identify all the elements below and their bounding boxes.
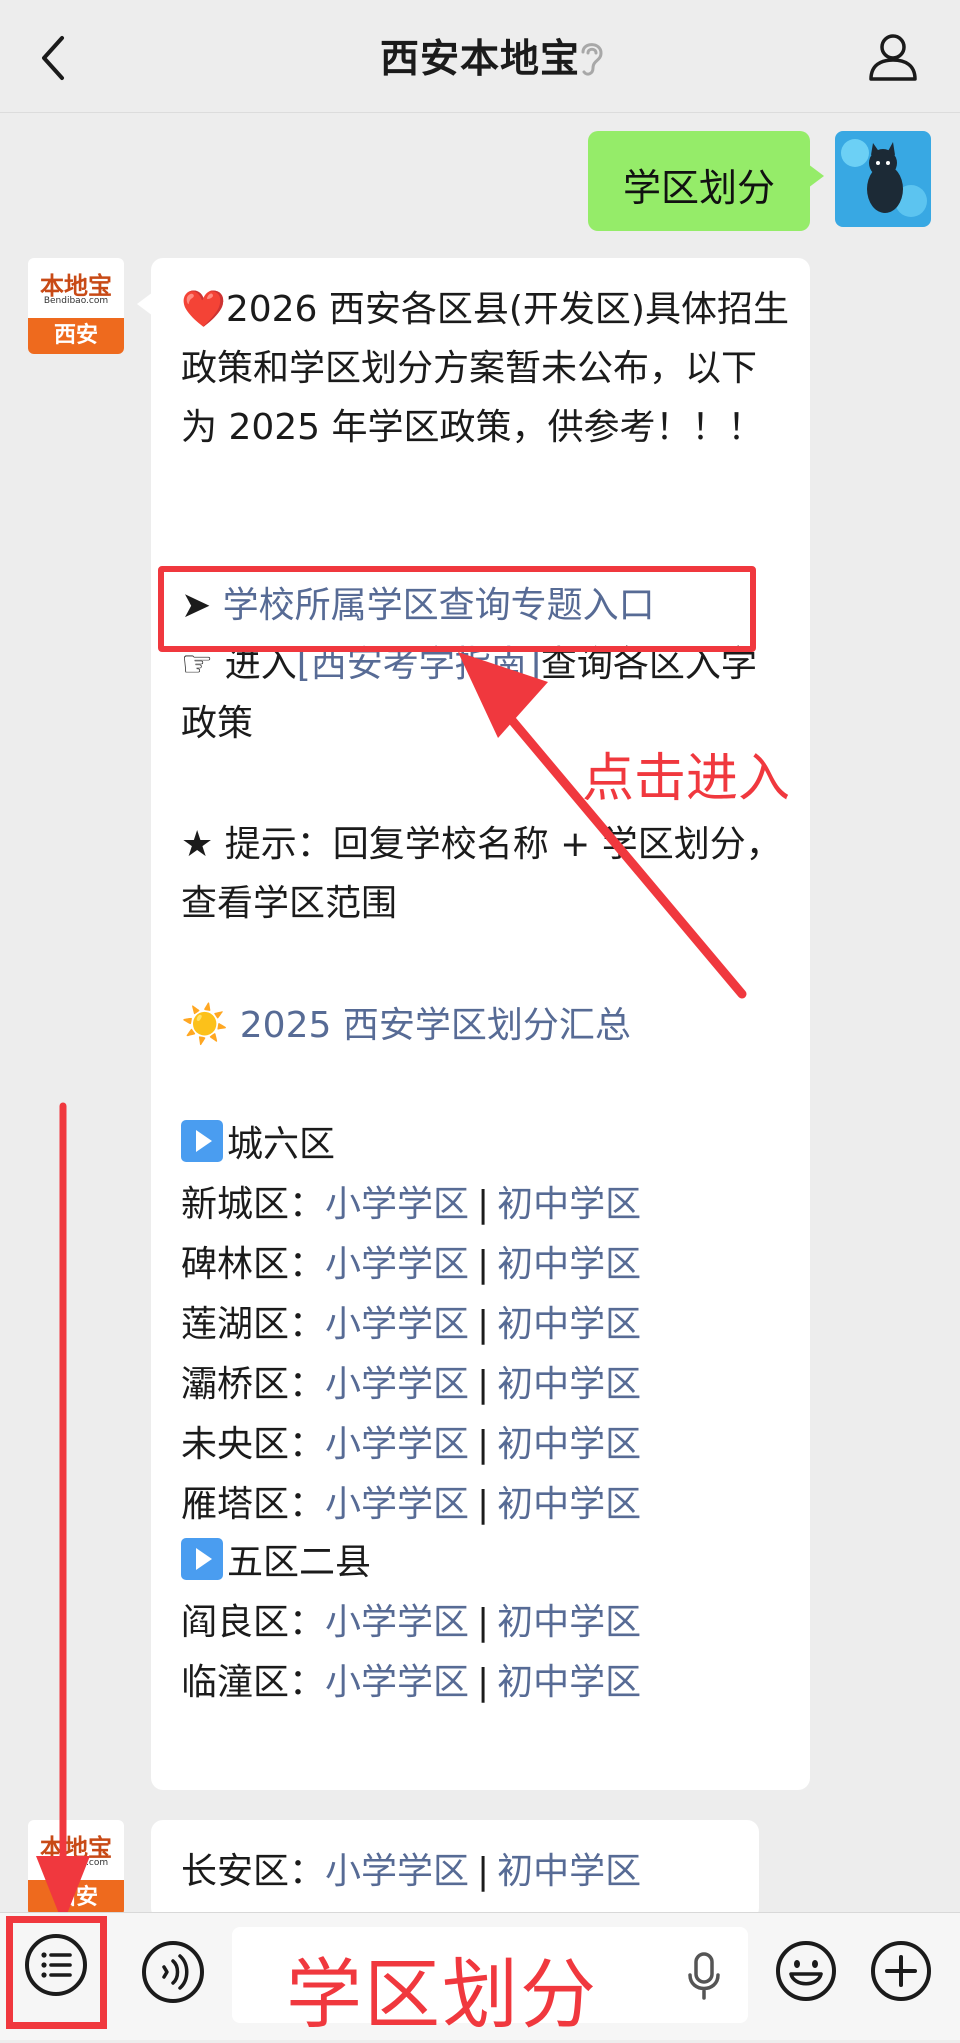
group-heading: 城六区 [181, 1115, 335, 1174]
plus-icon[interactable] [869, 1939, 933, 2003]
input-text: 学区划分 [286, 1950, 598, 2039]
primary-school-link[interactable]: 小学学区 [325, 1244, 469, 1285]
middle-school-link[interactable]: 初中学区 [497, 1244, 641, 1285]
middle-school-link[interactable]: 初中学区 [497, 1851, 641, 1892]
highlight-frame [6, 1916, 107, 2029]
separator: | [477, 1184, 490, 1225]
logo-domain: Bendibao.com [43, 296, 109, 306]
primary-school-link[interactable]: 小学学区 [325, 1184, 469, 1225]
separator: | [477, 1424, 490, 1465]
primary-school-link[interactable]: 小学学区 [325, 1851, 469, 1892]
middle-school-link[interactable]: 初中学区 [497, 1484, 641, 1525]
district-name: 雁塔区： [181, 1484, 326, 1525]
tip-paragraph: ★ 提示：回复学校名称 + 学区划分，查看学区范围 [181, 824, 782, 924]
district-row: 临潼区：小学学区 | 初中学区 [181, 1653, 641, 1712]
user-message-text: 学区划分 [622, 166, 775, 210]
user-message-bubble[interactable]: 学区划分 [588, 131, 824, 231]
district-row: 灞桥区：小学学区 | 初中学区 [181, 1355, 641, 1414]
primary-school-link[interactable]: 小学学区 [325, 1304, 469, 1345]
bot-message-bubble: ❤️2026 西安各区县(开发区)具体招生政策和学区划分方案暂未公布，以下为 2… [137, 258, 810, 1790]
district-row: 新城区：小学学区 | 初中学区 [181, 1175, 641, 1234]
separator: | [477, 1662, 490, 1703]
middle-school-link[interactable]: 初中学区 [497, 1602, 641, 1643]
summary-link[interactable]: 2025 西安学区划分汇总 [240, 1005, 631, 1046]
play-icon [181, 1120, 223, 1162]
intro-paragraph: ❤️2026 西安各区县(开发区)具体招生政策和学区划分方案暂未公布，以下为 2… [181, 280, 791, 457]
separator: | [477, 1484, 490, 1525]
mute-notification-icon [581, 43, 603, 76]
input-toolbar: 学区划分 [0, 1912, 960, 2040]
middle-school-link[interactable]: 初中学区 [497, 1424, 641, 1465]
voice-mode-icon[interactable] [140, 1939, 206, 2005]
separator: | [477, 1364, 490, 1405]
district-row: 雁塔区：小学学区 | 初中学区 [181, 1475, 641, 1534]
primary-school-link[interactable]: 小学学区 [325, 1662, 469, 1703]
middle-school-link[interactable]: 初中学区 [497, 1662, 641, 1703]
district-name: 灞桥区： [181, 1364, 326, 1405]
district-row: 碑林区：小学学区 | 初中学区 [181, 1235, 641, 1294]
district-name: 临潼区： [181, 1662, 326, 1703]
intro-text: 2026 西安各区县(开发区)具体招生政策和学区划分方案暂未公布，以下为 202… [181, 289, 789, 448]
navigation-bar: 西安本地宝 [0, 0, 960, 113]
separator: | [477, 1304, 490, 1345]
group-title: 城六区 [227, 1124, 336, 1165]
district-name: 莲湖区： [181, 1304, 326, 1345]
official-account-avatar[interactable]: 本地宝 Bendibao.com 西安 [28, 1820, 124, 1916]
separator: | [477, 1244, 490, 1285]
down-arrow-icon [36, 1102, 90, 1924]
play-icon [181, 1538, 223, 1580]
district-name: 长安区： [181, 1851, 326, 1892]
summary-row[interactable]: ☀️ 2025 西安学区划分汇总 [181, 995, 631, 1055]
logo-city: 西安 [28, 318, 124, 354]
official-account-avatar[interactable]: 本地宝 Bendibao.com 西安 [28, 258, 124, 354]
district-row: 长安区：小学学区 | 初中学区 [181, 1842, 641, 1901]
message-input[interactable]: 学区划分 [232, 1927, 748, 2039]
chat-title: 西安本地宝 [379, 37, 580, 82]
user-avatar[interactable] [835, 131, 931, 227]
district-name: 新城区： [181, 1184, 326, 1225]
district-name: 碑林区： [181, 1244, 326, 1285]
group-heading: 五区二县 [181, 1533, 371, 1592]
official-account-profile-icon[interactable] [866, 32, 920, 82]
separator: | [477, 1602, 490, 1643]
highlight-frame [158, 566, 756, 652]
emoji-icon[interactable] [774, 1939, 838, 2003]
primary-school-link[interactable]: 小学学区 [325, 1602, 469, 1643]
sun-icon: ☀️ [181, 1002, 229, 1046]
district-name: 未央区： [181, 1424, 326, 1465]
district-row: 阎良区：小学学区 | 初中学区 [181, 1593, 641, 1652]
logo-domain: Bendibao.com [43, 1858, 109, 1868]
logo-city: 西安 [28, 1880, 124, 1916]
bot-message-bubble: 长安区：小学学区 | 初中学区 [151, 1820, 759, 1920]
district-row: 未央区：小学学区 | 初中学区 [181, 1415, 641, 1474]
heart-icon: ❤️ [181, 289, 226, 330]
middle-school-link[interactable]: 初中学区 [497, 1364, 641, 1405]
group-title: 五区二县 [227, 1542, 372, 1583]
middle-school-link[interactable]: 初中学区 [497, 1184, 641, 1225]
primary-school-link[interactable]: 小学学区 [325, 1484, 469, 1525]
microphone-icon[interactable] [686, 1951, 722, 2001]
click-hint-label: 点击进入 [582, 749, 791, 809]
separator: | [477, 1851, 490, 1892]
district-row: 莲湖区：小学学区 | 初中学区 [181, 1295, 641, 1354]
primary-school-link[interactable]: 小学学区 [325, 1364, 469, 1405]
primary-school-link[interactable]: 小学学区 [325, 1424, 469, 1465]
middle-school-link[interactable]: 初中学区 [497, 1304, 641, 1345]
district-name: 阎良区： [181, 1602, 326, 1643]
